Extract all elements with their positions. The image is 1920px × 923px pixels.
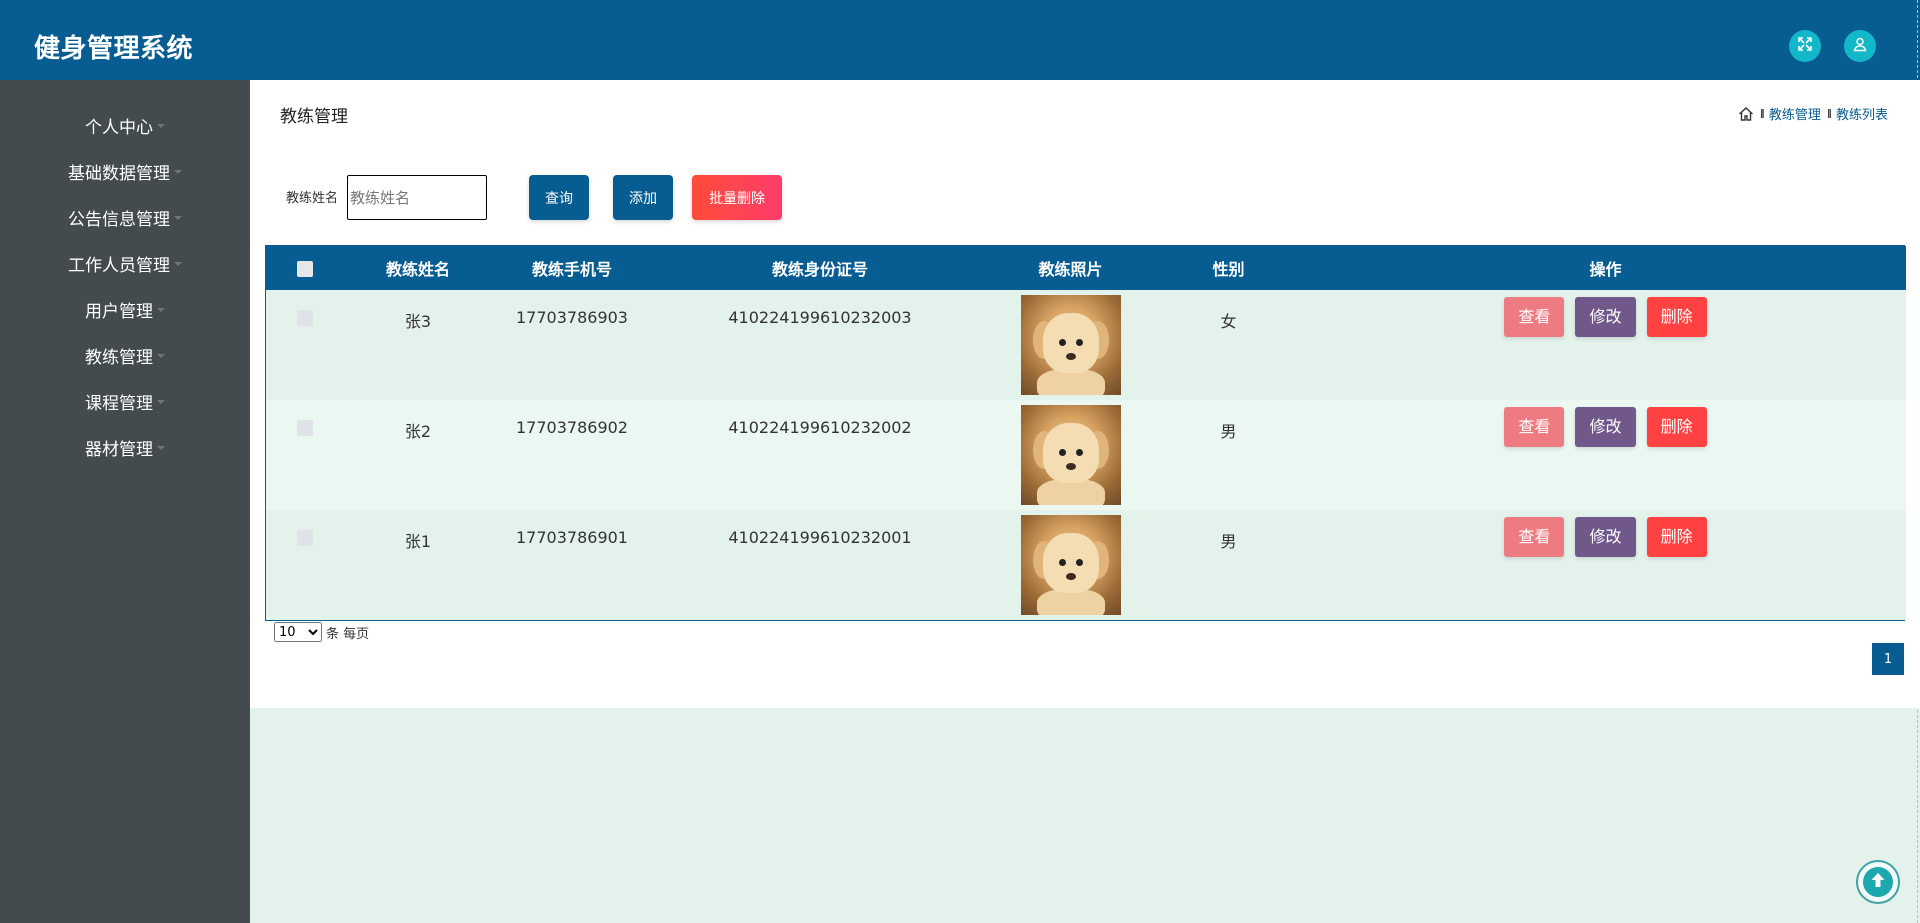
delete-button[interactable]: 删除 [1646,297,1707,337]
add-button[interactable]: 添加 [613,175,673,220]
delete-button[interactable]: 删除 [1646,517,1707,557]
sidebar-item-label: 基础数据管理 [68,163,170,184]
coach-name-search-input[interactable] [347,175,487,220]
coach-gender-cell: 男 [1220,422,1237,441]
page-title: 教练管理 [280,107,348,127]
coach-name-cell: 张2 [404,422,432,441]
breadcrumb-separator: II [1759,106,1765,121]
sidebar-item-courses[interactable]: 课程管理 [0,378,250,424]
main-panel: 教练管理 II 教练管理 II 教练列表 教练姓名 查询 添加 批量删除 教练姓… [250,80,1920,708]
select-all-cell [266,246,343,290]
sidebar-item-basic-data[interactable]: 基础数据管理 [0,148,250,194]
column-header: 教练身份证号 [771,260,868,279]
coach-photo [1020,515,1121,615]
row-actions: 查看 修改 删除 [1305,510,1906,620]
sidebar-item-label: 公告信息管理 [68,209,170,230]
sidebar-item-label: 教练管理 [85,347,153,368]
search-label: 教练姓名 [286,191,339,206]
row-actions: 查看 修改 删除 [1305,400,1906,510]
arrow-up-icon [1869,871,1887,893]
caret-down-icon [174,262,182,266]
sidebar-item-announcements[interactable]: 公告信息管理 [0,194,250,240]
coach-photo [1020,295,1121,395]
row-checkbox[interactable] [296,530,313,546]
sidebar-item-users[interactable]: 用户管理 [0,286,250,332]
user-button[interactable] [1844,30,1876,62]
bulk-delete-button[interactable]: 批量删除 [692,175,782,220]
edit-button[interactable]: 修改 [1575,517,1636,557]
sidebar-item-personal-center[interactable]: 个人中心 [0,102,250,148]
row-actions: 查看 修改 删除 [1305,290,1906,400]
caret-down-icon [157,308,165,312]
coach-phone-cell: 17703786903 [516,308,628,327]
page-size-suffix: 条 每页 [326,626,370,642]
table-row: 张3 17703786903 410224199610232003 女 查看 修… [266,290,1906,400]
breadcrumb-item-coach-list[interactable]: 教练列表 [1836,104,1888,123]
column-header: 性别 [1212,260,1245,279]
user-icon [1852,36,1868,56]
breadcrumb-separator: II [1826,106,1832,121]
query-button[interactable]: 查询 [529,175,589,220]
caret-down-icon [157,400,165,404]
view-button[interactable]: 查看 [1504,517,1565,557]
table-row: 张1 17703786901 410224199610232001 男 查看 修… [266,510,1906,620]
sidebar-item-staff[interactable]: 工作人员管理 [0,240,250,286]
edit-button[interactable]: 修改 [1575,297,1636,337]
column-header: 教练姓名 [385,260,450,279]
app-title: 健身管理系统 [34,34,194,64]
table-header-row: 教练姓名 教练手机号 教练身份证号 教练照片 性别 操作 [266,246,1906,290]
coach-phone-cell: 17703786902 [516,418,628,437]
coach-id-card-cell: 410224199610232002 [728,418,912,437]
page-size-select[interactable]: 10 [274,622,322,642]
top-bar: 健身管理系统 [0,0,1920,80]
caret-down-icon [157,446,165,450]
caret-down-icon [157,124,165,128]
coach-id-card-cell: 410224199610232001 [728,528,912,547]
page-size-control: 10 条 每页 [274,622,369,642]
pagination-page-button[interactable]: 1 [1872,643,1904,675]
coach-photo [1020,405,1121,505]
caret-down-icon [174,216,182,220]
edit-button[interactable]: 修改 [1575,407,1636,447]
back-to-top-button[interactable] [1856,860,1900,904]
column-header: 教练手机号 [531,260,612,279]
sidebar-item-label: 工作人员管理 [68,255,170,276]
row-checkbox[interactable] [296,420,313,436]
row-checkbox[interactable] [296,310,313,326]
breadcrumb-item-coach-management[interactable]: 教练管理 [1769,104,1821,123]
sidebar-item-coaches[interactable]: 教练管理 [0,332,250,378]
view-button[interactable]: 查看 [1504,297,1565,337]
coach-gender-cell: 男 [1220,532,1237,551]
fullscreen-icon [1797,36,1813,56]
sidebar-item-label: 用户管理 [85,301,153,322]
delete-button[interactable]: 删除 [1646,407,1707,447]
select-all-checkbox[interactable] [296,261,313,277]
coach-table: 教练姓名 教练手机号 教练身份证号 教练照片 性别 操作 张3 17703786… [265,245,1906,621]
sidebar-item-equipment[interactable]: 器材管理 [0,424,250,470]
sidebar-item-label: 个人中心 [85,117,153,138]
caret-down-icon [157,354,165,358]
view-button[interactable]: 查看 [1504,407,1565,447]
coach-name-cell: 张1 [404,532,432,551]
coach-phone-cell: 17703786901 [516,528,628,547]
sidebar-item-label: 课程管理 [85,393,153,414]
table-row: 张2 17703786902 410224199610232002 男 查看 修… [266,400,1906,510]
coach-id-card-cell: 410224199610232003 [728,308,912,327]
caret-down-icon [174,170,182,174]
fullscreen-button[interactable] [1789,30,1821,62]
home-icon[interactable] [1738,106,1754,122]
sidebar-item-label: 器材管理 [85,439,153,460]
breadcrumb: II 教练管理 II 教练列表 [1738,104,1888,123]
column-header: 操作 [1589,260,1622,279]
coach-name-cell: 张3 [404,312,432,331]
coach-gender-cell: 女 [1220,312,1237,331]
column-header: 教练照片 [1038,260,1103,279]
sidebar: 个人中心 基础数据管理 公告信息管理 工作人员管理 用户管理 教练管理 课程管理… [0,80,250,923]
